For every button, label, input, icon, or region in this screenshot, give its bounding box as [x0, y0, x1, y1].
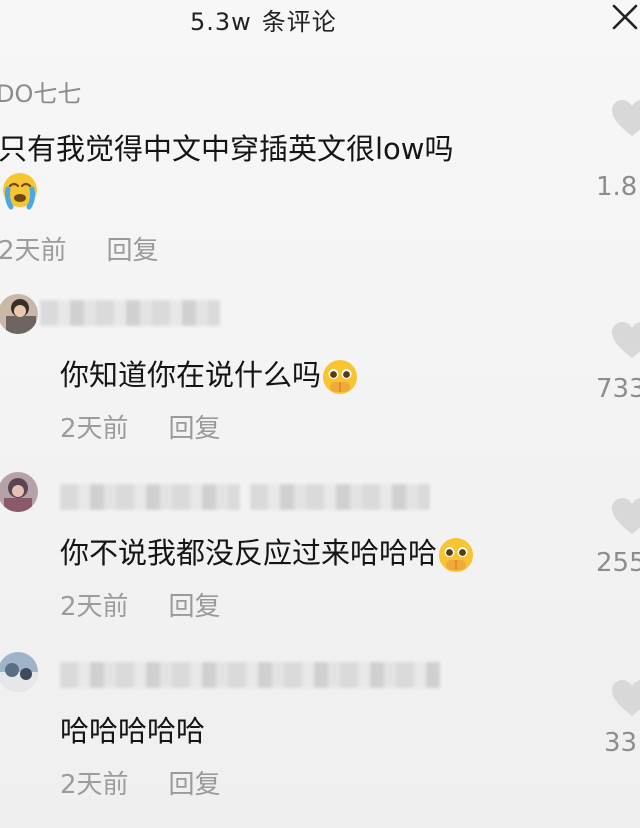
- like-count: 33: [604, 728, 638, 758]
- heart-icon[interactable]: [610, 678, 640, 718]
- heart-icon[interactable]: [610, 98, 640, 138]
- blurred-username: [60, 484, 240, 510]
- comment-count: 5.3w: [190, 8, 252, 36]
- reply-button[interactable]: 回复: [169, 414, 221, 444]
- reply-text-body: 你不说我都没反应过来哈哈哈: [60, 536, 438, 570]
- avatar[interactable]: [0, 472, 38, 512]
- comment-text: 只有我觉得中文中穿插英文很low吗: [0, 126, 454, 168]
- heart-icon[interactable]: [610, 320, 640, 360]
- comment-count-label: 条评论: [261, 8, 337, 36]
- comment-meta: 2天前 回复: [0, 230, 159, 267]
- reply-time: 2天前: [60, 414, 129, 444]
- comment-item: DO七七 只有我觉得中文中穿插英文很low吗 2天前 回复 1.8: [0, 70, 640, 270]
- reply-text: 你不说我都没反应过来哈哈哈: [60, 530, 475, 574]
- like-button[interactable]: 733: [596, 318, 640, 428]
- like-count: 733: [596, 374, 640, 404]
- reply-item: 哈哈哈哈哈 2天前 回复 33: [0, 646, 640, 816]
- reply-text: 哈哈哈哈哈: [60, 708, 205, 750]
- comments-header: 5.3w 条评论: [0, 0, 640, 40]
- reply-meta: 2天前 回复: [60, 408, 221, 445]
- reply-text-body: 你知道你在说什么吗: [60, 358, 322, 392]
- pleading-face-icon: [321, 358, 359, 396]
- avatar[interactable]: [0, 652, 38, 692]
- reply-time: 2天前: [60, 592, 129, 622]
- reply-item: 你不说我都没反应过来哈哈哈 2天前 回复 255: [0, 466, 640, 626]
- reply-item: 你知道你在说什么吗 2天前 回复 733: [0, 288, 640, 448]
- comment-text-body: 只有我觉得中文中穿插英文很low吗: [0, 132, 454, 166]
- heart-icon[interactable]: [610, 496, 640, 536]
- blurred-username: [60, 662, 440, 688]
- reply-meta: 2天前 回复: [60, 764, 221, 801]
- like-button[interactable]: 33: [600, 676, 640, 786]
- comments-title: 5.3w 条评论: [190, 2, 337, 37]
- pleading-face-icon: [437, 536, 475, 574]
- reply-button[interactable]: 回复: [169, 592, 221, 622]
- reply-button[interactable]: 回复: [169, 770, 221, 800]
- like-button[interactable]: 1.8: [596, 94, 640, 204]
- reply-button[interactable]: 回复: [107, 236, 159, 266]
- like-button[interactable]: 255: [596, 494, 640, 604]
- comment-time: 2天前: [0, 236, 67, 266]
- comments-screen: 5.3w 条评论 DO七七 只有我觉得中文中穿插英文很low吗 2天前 回复 1…: [0, 0, 640, 828]
- reply-text-body: 哈哈哈哈哈: [60, 714, 206, 748]
- blurred-username: [40, 300, 220, 326]
- comment-username[interactable]: DO七七: [0, 74, 81, 109]
- close-icon[interactable]: [606, 0, 640, 34]
- reply-meta: 2天前 回复: [60, 586, 221, 623]
- reply-text: 你知道你在说什么吗: [60, 352, 359, 396]
- like-count: 1.8: [596, 172, 638, 202]
- crying-face-icon: [0, 170, 40, 210]
- like-count: 255: [596, 548, 640, 578]
- avatar[interactable]: [0, 294, 38, 334]
- blurred-username: [250, 484, 430, 510]
- reply-time: 2天前: [60, 770, 129, 800]
